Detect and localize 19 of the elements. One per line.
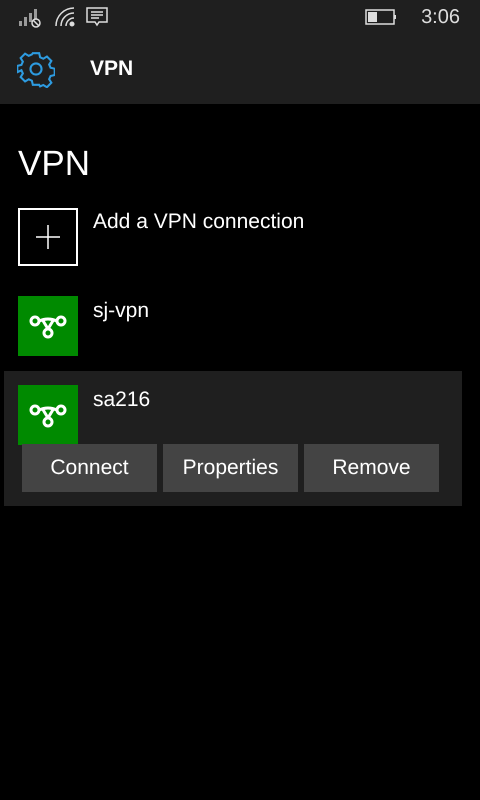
- add-vpn-connection-button[interactable]: Add a VPN connection: [18, 208, 480, 266]
- header-title: VPN: [90, 56, 134, 82]
- connection-name: sj-vpn: [93, 298, 150, 324]
- clock-time: 3:06: [421, 5, 460, 30]
- action-button[interactable]: Remove: [304, 444, 439, 492]
- expanded-connection-panel[interactable]: sa216 Connect Properties Remove: [4, 371, 462, 506]
- battery-icon: [365, 9, 398, 25]
- settings-icon: [17, 50, 55, 88]
- signal-icon: [18, 6, 42, 28]
- vpn-icon: [18, 296, 78, 356]
- vpn-icon: [18, 385, 78, 445]
- action-button[interactable]: Connect: [22, 444, 157, 492]
- message-icon: [86, 6, 108, 28]
- connection-item[interactable]: sj-vpn: [18, 296, 462, 356]
- page-title: VPN: [18, 144, 91, 184]
- plus-icon: [18, 208, 78, 266]
- action-button[interactable]: Properties: [163, 444, 298, 492]
- connection-name: sa216: [93, 387, 150, 413]
- wifi-icon: [54, 6, 76, 28]
